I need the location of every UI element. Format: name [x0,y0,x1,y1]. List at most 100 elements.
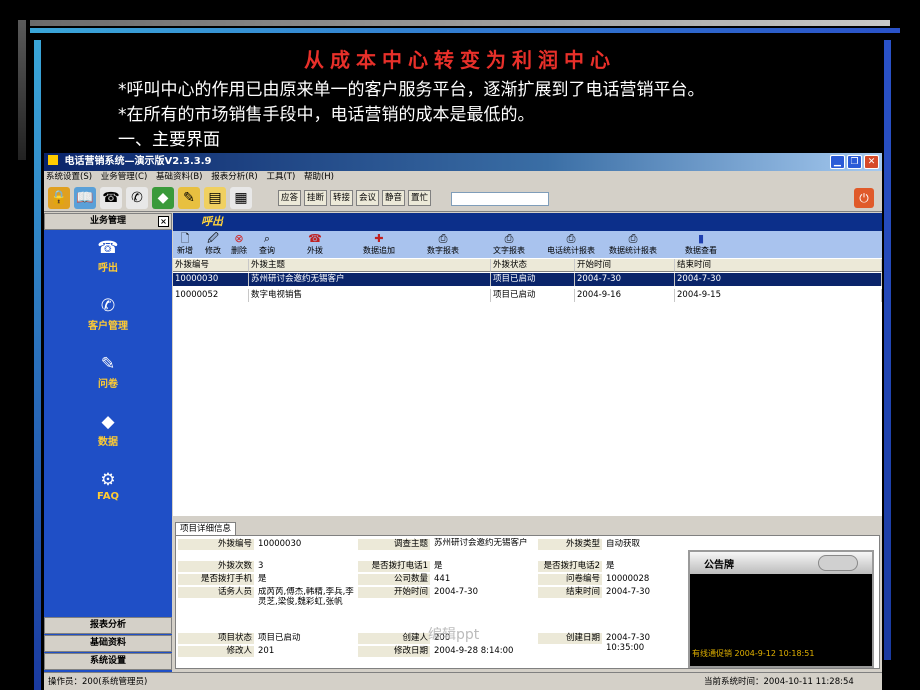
field-label: 项目状态 [178,633,254,644]
field-label: 创建人 [358,633,430,644]
restore-icon[interactable]: ❐ [847,155,862,169]
toolbar: 🔒 📖 ☎ ✆ ◆ ✎ ▤ ▦ 应答 挂断 转接 会议 静音 置忙 ⏻ [44,184,882,212]
table-row[interactable]: 10000052 数字电视销售 项目已启动 2004-9-16 2004-9-1… [173,289,882,302]
menu-reports[interactable]: 报表分析(R) [211,172,258,182]
column-header[interactable]: 结束时间 [675,259,882,272]
action-call-stats[interactable]: ⎙ 电话统计报表 [547,233,595,256]
handset-icon[interactable]: ☎ [100,187,122,209]
field-label: 调查主题 [358,539,430,550]
notice-toggle-icon[interactable] [818,555,858,571]
notice-board[interactable]: 公告牌 有线通促销 2004-9-12 10:18:51 [688,550,874,668]
phone-icon: ☎ [308,232,322,245]
busy-button[interactable]: 置忙 [408,190,432,206]
action-bar: 🗋 新增 🖉 修改 ⊗ 删除 ⌕ 查询 ☎ 外拨 ✚ 数据追加 ⎙ 数字报表 ⎙ 文字报表 ⎙ 电… [173,231,882,258]
sidebar-basic-data-button[interactable]: 基础资料 [44,635,172,652]
field-value: 成芮芮,傅杰,韩精,李兵,李灵芝,梁俊,魏彩虹,张帆 [258,587,354,607]
column-header[interactable]: 开始时间 [575,259,675,272]
app-icon [48,155,58,165]
minimize-icon[interactable]: ▁ [830,155,845,169]
field-label: 公司数量 [358,574,430,585]
menu-basic-data[interactable]: 基础资料(B) [156,172,202,182]
field-value: 2004-7-30 [434,587,478,597]
notice-header: 公告牌 [690,552,872,574]
sidebar-item-data[interactable]: ◆ 数据 [44,411,172,448]
action-append-data[interactable]: ✚ 数据追加 [363,233,395,256]
notice-message[interactable]: 有线通促销 2004-9-12 10:18:51 [692,648,814,659]
sidebar-item-label: 客户管理 [88,321,128,332]
sidebar-item-label: FAQ [97,491,119,502]
edit-icon[interactable]: ✎ [178,187,200,209]
exit-icon[interactable]: ⏻ [854,188,874,208]
mute-button[interactable]: 静音 [382,190,406,206]
field-label: 话务人员 [178,587,254,598]
sidebar-item-survey[interactable]: ✎ 问卷 [44,353,172,390]
app-window: 电话营销系统—演示版V2.3.3.9 ▁ ❐ ✕ 系统设置(S) 业务管理(C)… [44,153,882,690]
notes-icon[interactable]: ▦ [230,187,252,209]
action-dial[interactable]: ☎ 外拨 [307,233,323,256]
delete-icon: ⊗ [234,232,244,245]
sidebar-item-label: 问卷 [98,379,118,390]
field-label: 结束时间 [538,587,602,598]
status-operator: 操作员：200(系统管理员) [48,677,148,687]
folder-icon[interactable]: ▤ [204,187,226,209]
action-query[interactable]: ⌕ 查询 [259,233,275,256]
phone-number-input[interactable] [451,192,549,206]
sidebar-item-faq[interactable]: ⚙ FAQ [44,469,172,502]
close-icon[interactable]: ✕ [864,155,879,169]
action-new[interactable]: 🗋 新增 [177,233,193,256]
field-value: 自动获取 [606,539,641,549]
form-edit-icon: ✎ [100,354,116,374]
sidebar-title: 业务管理 [89,216,126,226]
menu-system[interactable]: 系统设置(S) [46,172,92,182]
field-label: 创建日期 [538,633,602,644]
field-value: 是 [434,561,443,571]
printer-icon: ⎙ [566,232,576,245]
handset-icon: ☎ [97,238,119,258]
sidebar-item-customers[interactable]: ✆ 客户管理 [44,295,172,332]
field-label: 修改日期 [358,646,430,657]
field-label: 是否拨打电话1 [358,561,430,572]
tab-project-detail[interactable]: 项目详细信息 [175,522,237,535]
table-row[interactable]: 10000030 苏州研讨会邀约无锡客户 项目已启动 2004-7-30 200… [173,273,882,286]
diamond-icon[interactable]: ◆ [152,187,174,209]
field-label: 外拨次数 [178,561,254,572]
printer-icon: ⎙ [438,232,448,245]
field-value: 2004-7-30 10:35:00 [606,633,650,653]
action-edit[interactable]: 🖉 修改 [205,233,221,256]
grid-header: 外拨编号 外拨主题 外拨状态 开始时间 结束时间 [173,259,882,272]
column-header[interactable]: 外拨状态 [491,259,575,272]
sidebar-reports-button[interactable]: 报表分析 [44,617,172,634]
hangup-button[interactable]: 挂断 [304,190,328,206]
lock-icon[interactable]: 🔒 [48,187,70,209]
gear-icon: ⚙ [100,470,116,490]
column-header[interactable]: 外拨编号 [173,259,249,272]
answer-button[interactable]: 应答 [278,190,302,206]
transfer-button[interactable]: 转接 [330,190,354,206]
slide-top-bar-blue [30,28,900,33]
action-view-data[interactable]: ▮ 数据查看 [685,233,717,256]
sidebar-header: 业务管理 × [44,213,172,230]
field-value: 441 [434,574,451,584]
field-value: 苏州研讨会邀约无锡客户 [434,538,528,548]
status-bar: 操作员：200(系统管理员) 当前系统时间：2004-10-11 11:28:5… [44,672,882,690]
phone-icon: ✆ [100,296,116,316]
action-data-stats[interactable]: ⎙ 数据统计报表 [609,233,657,256]
sidebar-close-icon[interactable]: × [158,216,169,227]
column-header[interactable]: 外拨主题 [249,259,491,272]
field-label: 问卷编号 [538,574,602,585]
sidebar-item-outbound[interactable]: ☎ 呼出 [44,237,172,274]
sidebar-item-label: 呼出 [98,263,118,274]
conference-button[interactable]: 会议 [356,190,380,206]
sidebar-settings-button[interactable]: 系统设置 [44,653,172,670]
menu-help[interactable]: 帮助(H) [304,172,334,182]
dial-icon[interactable]: ✆ [126,187,148,209]
phone-book-icon[interactable]: 📖 [74,187,96,209]
field-label: 修改人 [178,646,254,657]
action-delete[interactable]: ⊗ 删除 [231,233,247,256]
menu-tools[interactable]: 工具(T) [266,172,295,182]
bullet-1: *呼叫中心的作用已由原来单一的客户服务平台，逐渐扩展到了电话营销平台。 [118,80,705,100]
window-titlebar[interactable]: 电话营销系统—演示版V2.3.3.9 ▁ ❐ ✕ [44,153,882,171]
menu-business[interactable]: 业务管理(C) [101,172,148,182]
action-text-report[interactable]: ⎙ 文字报表 [493,233,525,256]
action-numeric-report[interactable]: ⎙ 数字报表 [427,233,459,256]
